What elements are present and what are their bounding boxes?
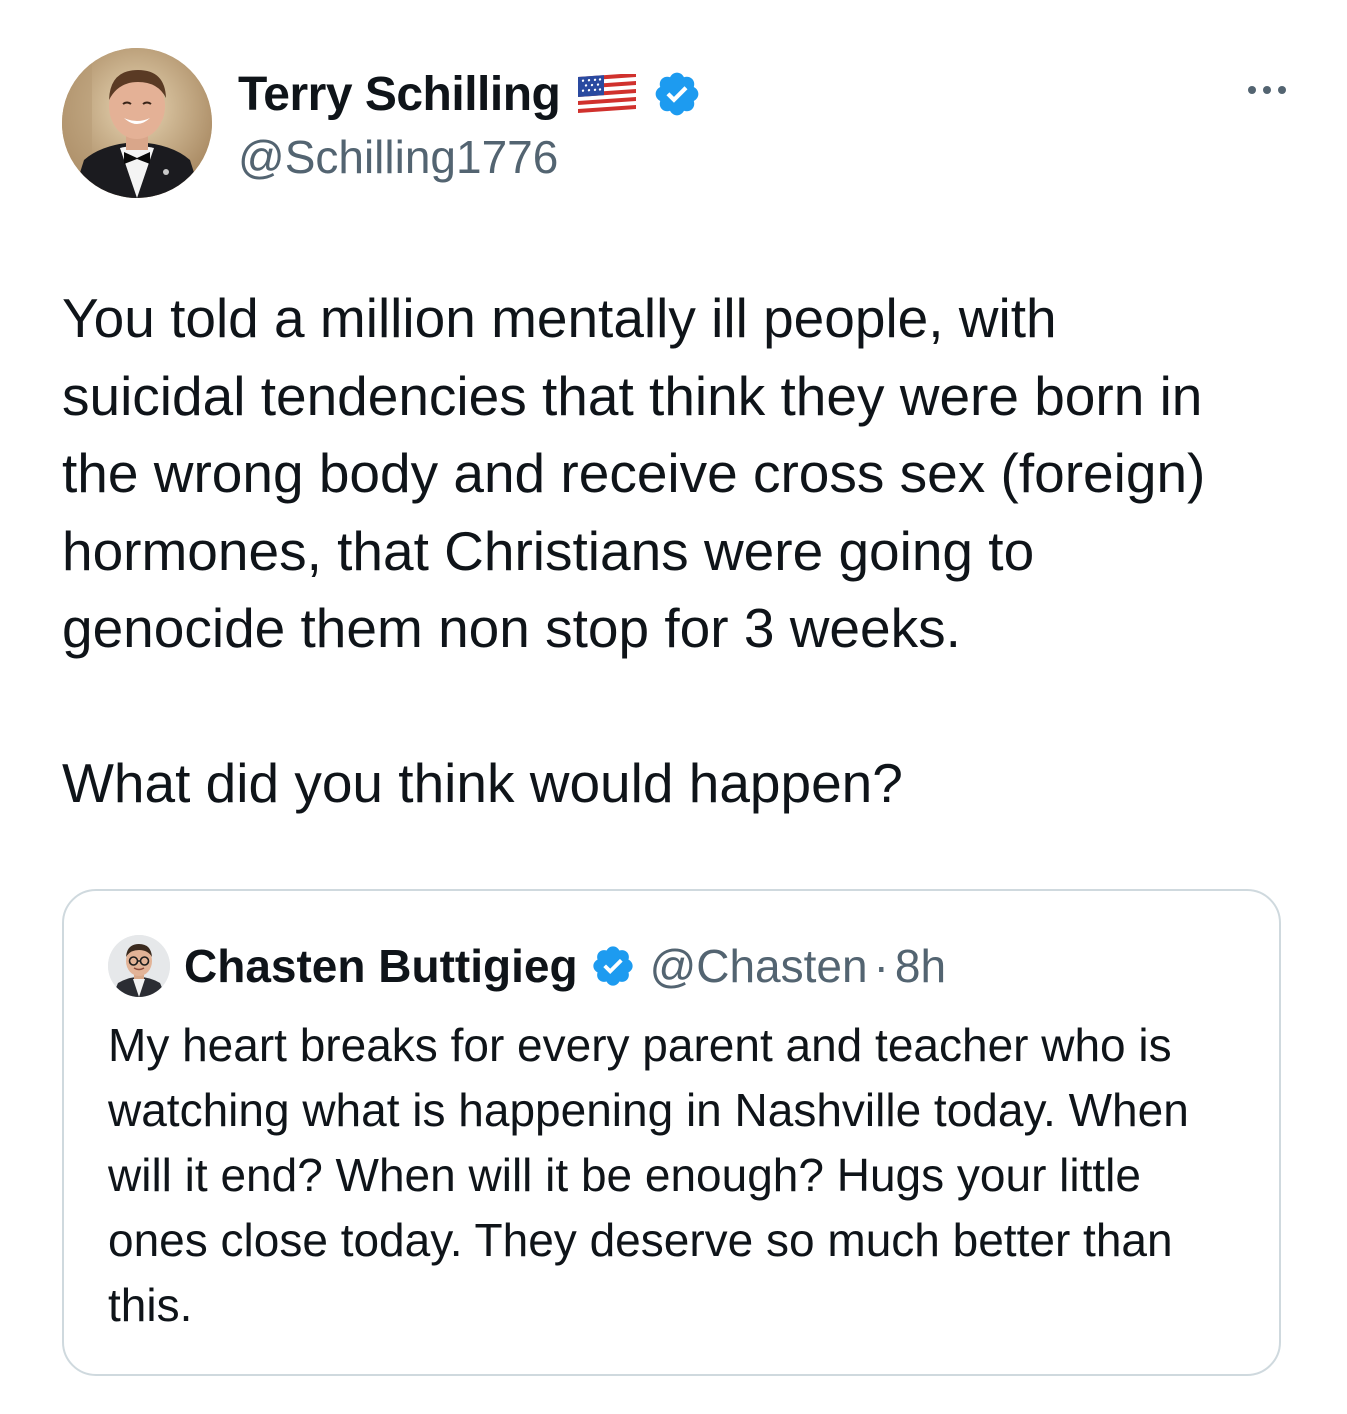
verified-badge-icon[interactable] bbox=[652, 69, 702, 119]
author-display-name[interactable]: Terry Schilling bbox=[238, 67, 561, 122]
quote-timestamp[interactable]: 8h bbox=[895, 939, 946, 993]
quote-author-avatar[interactable] bbox=[108, 935, 170, 997]
quoted-tweet[interactable]: Chasten Buttigieg @Chasten · 8h My heart… bbox=[62, 889, 1281, 1376]
quote-separator: · bbox=[873, 940, 889, 992]
tweet-text: You told a million mentally ill people, … bbox=[62, 287, 1206, 814]
author-avatar-image bbox=[62, 48, 212, 198]
author-name-row: Terry Schilling bbox=[238, 66, 702, 122]
author-handle[interactable]: @Schilling1776 bbox=[238, 130, 558, 184]
quote-author-display-name[interactable]: Chasten Buttigieg bbox=[184, 939, 578, 993]
author-avatar[interactable] bbox=[62, 48, 212, 198]
verified-badge-icon[interactable] bbox=[590, 943, 636, 989]
quote-author-handle[interactable]: @Chasten bbox=[650, 939, 868, 993]
us-flag-icon bbox=[578, 72, 637, 114]
tweet-header: Terry Schilling @Schilling1776 bbox=[62, 48, 1292, 200]
quote-text: My heart breaks for every parent and tea… bbox=[108, 1019, 1189, 1331]
more-options-icon[interactable] bbox=[1242, 80, 1292, 100]
quote-header: Chasten Buttigieg @Chasten · 8h bbox=[108, 935, 946, 997]
